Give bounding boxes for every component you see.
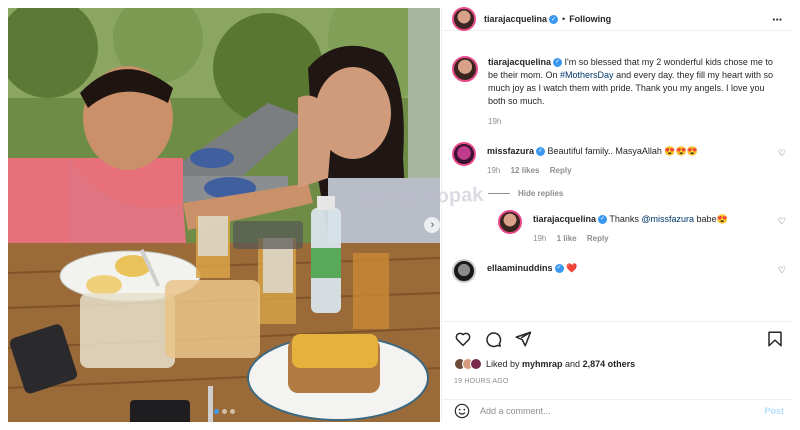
- separator-dot: •: [562, 14, 566, 24]
- comment-username[interactable]: ellaaminuddins: [487, 263, 553, 273]
- verified-badge-icon: ✓: [549, 14, 559, 24]
- verified-badge-icon: ✓: [536, 147, 546, 157]
- bookmark-save-icon[interactable]: [766, 330, 784, 348]
- comment-row: ellaaminuddins ✓ ❤️ ♡: [442, 259, 792, 283]
- likes-text: Liked by myhmrap and 2,874 others: [486, 359, 635, 369]
- avatar[interactable]: [452, 259, 476, 283]
- liker-avatar: [470, 358, 482, 370]
- reply-button[interactable]: Reply: [587, 234, 609, 243]
- post-timestamp: 19 HOURS AGO: [454, 378, 509, 385]
- chevron-right-icon: ›: [430, 218, 435, 231]
- comment-text: ❤️: [566, 263, 578, 273]
- carousel-indicator: [8, 409, 440, 414]
- following-button[interactable]: Following: [569, 14, 611, 24]
- post-comment-button[interactable]: Post: [764, 406, 784, 416]
- comment-row: missfazura ✓ Beautiful family.. MasyaAlla…: [442, 142, 792, 177]
- post-actions: Liked by myhmrap and 2,874 others 19 HOU…: [442, 321, 792, 385]
- comment-username[interactable]: missfazura: [487, 146, 534, 156]
- post-photo[interactable]: ›: [8, 8, 440, 422]
- liker-username[interactable]: myhmrap: [522, 359, 563, 369]
- add-comment-input[interactable]: [480, 406, 765, 416]
- like-comment-heart-icon[interactable]: ♡: [778, 265, 786, 276]
- post-side-panel: tiarajacquelina ✓ • Following ··· tiaraj…: [441, 7, 792, 422]
- comment-body: ellaaminuddins ✓ ❤️: [487, 259, 577, 275]
- reply-username[interactable]: tiarajacquelina: [533, 214, 596, 224]
- comment-text: Beautiful family.. MasyaAllah 😍😍😍: [547, 146, 699, 156]
- comment-likes[interactable]: 12 likes: [511, 166, 540, 175]
- post-header: tiarajacquelina ✓ • Following ···: [442, 7, 792, 31]
- reply-text-after: babe😍: [694, 214, 728, 224]
- reply-text-before: Thanks: [609, 214, 642, 224]
- caption-username[interactable]: tiarajacquelina: [488, 57, 551, 67]
- comment-meta: 19h 12 likes Reply: [487, 164, 698, 177]
- reply-likes[interactable]: 1 like: [557, 234, 577, 243]
- mention-link[interactable]: @missfazura: [641, 214, 694, 224]
- like-comment-heart-icon[interactable]: ♡: [778, 216, 786, 227]
- avatar[interactable]: [452, 7, 476, 31]
- caption-body: tiarajacquelina ✓ I'm so blessed that my …: [488, 56, 778, 128]
- carousel-dot: [221, 409, 227, 414]
- carousel-dot: [213, 409, 219, 414]
- likes-summary: Liked by myhmrap and 2,874 others: [454, 358, 784, 370]
- likes-prefix: Liked by: [486, 359, 523, 369]
- comment-time: 19h: [487, 166, 501, 175]
- photo-illustration: [8, 8, 440, 422]
- post-author-username[interactable]: tiarajacquelina: [484, 14, 547, 24]
- emoji-smiley-icon[interactable]: [454, 403, 470, 419]
- add-comment-bar: Post: [442, 399, 792, 422]
- comment-bubble-icon[interactable]: [484, 330, 502, 348]
- caption-time: 19h: [488, 117, 502, 126]
- share-send-icon[interactable]: [514, 330, 532, 348]
- avatar[interactable]: [498, 210, 522, 234]
- like-comment-heart-icon[interactable]: ♡: [778, 148, 786, 159]
- likes-count-link[interactable]: 2,874 others: [583, 359, 636, 369]
- verified-badge-icon: ✓: [598, 215, 608, 225]
- like-heart-icon[interactable]: [454, 330, 472, 348]
- action-bar: [454, 328, 784, 350]
- hide-replies-button[interactable]: Hide replies: [488, 189, 792, 198]
- avatar[interactable]: [452, 142, 476, 166]
- carousel-next-button[interactable]: ›: [424, 217, 440, 233]
- comment-body: missfazura ✓ Beautiful family.. MasyaAlla…: [487, 142, 698, 177]
- hashtag-link[interactable]: #MothersDay: [560, 70, 614, 80]
- caption: tiarajacquelina ✓ I'm so blessed that my …: [442, 48, 792, 128]
- likes-middle: and: [562, 359, 583, 369]
- reply-row: tiarajacquelina ✓ Thanks @missfazura babe…: [442, 210, 792, 245]
- comments-section[interactable]: tiarajacquelina ✓ I'm so blessed that my …: [442, 48, 792, 319]
- more-horizontal-icon[interactable]: ···: [772, 13, 783, 26]
- carousel-dot: [229, 409, 235, 414]
- reply-body: tiarajacquelina ✓ Thanks @missfazura babe…: [533, 210, 728, 245]
- reply-meta: 19h 1 like Reply: [533, 232, 728, 245]
- reply-time: 19h: [533, 234, 547, 243]
- verified-badge-icon: ✓: [553, 58, 563, 68]
- reply-button[interactable]: Reply: [550, 166, 572, 175]
- avatar[interactable]: [452, 56, 478, 82]
- verified-badge-icon: ✓: [554, 264, 564, 274]
